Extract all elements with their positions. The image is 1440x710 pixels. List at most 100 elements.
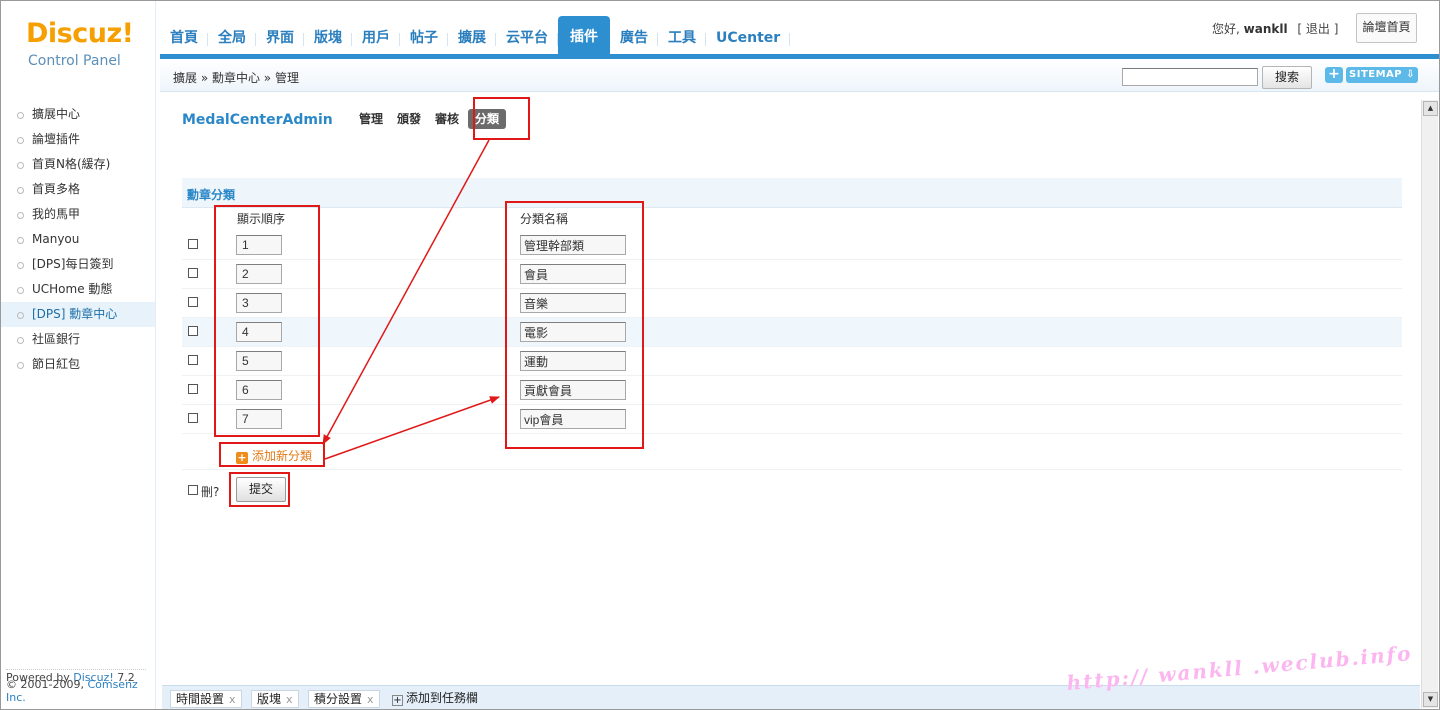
sidebar-item-community-bank[interactable]: 社區銀行 bbox=[0, 327, 155, 352]
add-row: + 添加新分類 bbox=[182, 441, 1402, 470]
search-input[interactable] bbox=[1122, 68, 1258, 86]
add-category-label: 添加新分類 bbox=[252, 449, 313, 463]
delete-checkbox[interactable] bbox=[188, 355, 198, 365]
logo[interactable]: Discuz! Control Panel bbox=[0, 0, 156, 92]
sidebar-menu: 擴展中心 論壇插件 首頁N格(緩存) 首頁多格 我的馬甲 Manyou [DPS… bbox=[0, 102, 155, 377]
close-icon[interactable]: x bbox=[286, 693, 293, 706]
logout-link[interactable]: [ 退出 ] bbox=[1297, 22, 1338, 36]
task-item[interactable]: 時間設置 x bbox=[170, 690, 242, 708]
delete-all-checkbox[interactable] bbox=[188, 485, 198, 495]
sidebar: 擴展中心 論壇插件 首頁N格(緩存) 首頁多格 我的馬甲 Manyou [DPS… bbox=[0, 92, 156, 710]
tab-category[interactable]: 分類 bbox=[468, 109, 507, 129]
add-shortcut-icon[interactable]: + bbox=[1325, 67, 1343, 83]
nav-posts[interactable]: 帖子 bbox=[400, 20, 448, 56]
header: Discuz! Control Panel 首頁 全局 界面 版塊 用戶 帖子 … bbox=[0, 0, 1440, 92]
table-row bbox=[182, 347, 1402, 376]
sidebar-item-uchome-feed[interactable]: UCHome 動態 bbox=[0, 277, 155, 302]
tab-manage[interactable]: 管理 bbox=[354, 109, 388, 129]
sidebar-item-my-vest[interactable]: 我的馬甲 bbox=[0, 202, 155, 227]
sidebar-item-daily-signin[interactable]: [DPS]每日簽到 bbox=[0, 252, 155, 277]
nav-global[interactable]: 全局 bbox=[208, 20, 256, 56]
close-icon[interactable]: x bbox=[367, 693, 374, 706]
plus-icon: + bbox=[392, 695, 403, 706]
category-name-input[interactable] bbox=[520, 380, 626, 400]
nav-users[interactable]: 用戶 bbox=[352, 20, 400, 56]
sitemap-button[interactable]: SITEMAP ⇩ bbox=[1346, 67, 1418, 83]
logo-text: Discuz! bbox=[26, 18, 134, 49]
nav-home[interactable]: 首頁 bbox=[160, 20, 208, 56]
task-label: 時間設置 bbox=[176, 692, 225, 706]
nav-ads[interactable]: 廣告 bbox=[610, 20, 658, 56]
task-label: 積分設置 bbox=[314, 692, 363, 706]
tab-award[interactable]: 頒發 bbox=[392, 109, 426, 129]
category-name-input[interactable] bbox=[520, 351, 626, 371]
category-name-input[interactable] bbox=[520, 235, 626, 255]
category-name-input[interactable] bbox=[520, 264, 626, 284]
greeting: 您好, bbox=[1212, 22, 1240, 36]
scroll-up-arrow-icon[interactable]: ▲ bbox=[1423, 101, 1438, 116]
task-bar: 時間設置 x 版塊 x 積分設置 x + 添加到任務欄 bbox=[162, 685, 1420, 710]
section-header: 勳章分類 bbox=[182, 178, 1402, 208]
main-nav: 首頁 全局 界面 版塊 用戶 帖子 擴展 云平台 插件 廣告 工具 UCente… bbox=[160, 16, 791, 56]
sidebar-item-medal-center[interactable]: [DPS] 勳章中心 bbox=[0, 302, 155, 327]
column-header-name: 分類名稱 bbox=[520, 212, 569, 226]
delete-checkbox[interactable] bbox=[188, 326, 198, 336]
delete-checkbox[interactable] bbox=[188, 413, 198, 423]
plus-square-icon: + bbox=[236, 451, 248, 464]
breadcrumb: 擴展 » 勳章中心 » 管理 bbox=[173, 71, 299, 85]
copyright: © 2001-2009, Comsenz Inc. bbox=[6, 678, 155, 704]
nav-tools[interactable]: 工具 bbox=[658, 20, 706, 56]
delete-label: 刪? bbox=[201, 485, 220, 499]
sidebar-item-extension-center[interactable]: 擴展中心 bbox=[0, 102, 155, 127]
order-input[interactable] bbox=[236, 235, 282, 255]
copyright-prefix: © 2001-2009, bbox=[6, 678, 88, 691]
sidebar-item-home-n-grid[interactable]: 首頁N格(緩存) bbox=[0, 152, 155, 177]
scroll-down-arrow-icon[interactable]: ▼ bbox=[1423, 692, 1438, 707]
add-to-taskbar[interactable]: + 添加到任務欄 bbox=[392, 690, 478, 706]
delete-checkbox[interactable] bbox=[188, 384, 198, 394]
order-input[interactable] bbox=[236, 380, 282, 400]
nav-cloud[interactable]: 云平台 bbox=[496, 20, 558, 56]
sub-nav: 管理 頒發 審核 分類 bbox=[354, 109, 507, 129]
nav-plugins[interactable]: 插件 bbox=[558, 16, 610, 56]
column-header-order: 顯示順序 bbox=[237, 212, 286, 226]
sidebar-item-manyou[interactable]: Manyou bbox=[0, 227, 155, 252]
order-input[interactable] bbox=[236, 409, 282, 429]
order-input[interactable] bbox=[236, 264, 282, 284]
table-row bbox=[182, 376, 1402, 405]
search-button[interactable]: 搜索 bbox=[1262, 66, 1312, 89]
delete-checkbox[interactable] bbox=[188, 239, 198, 249]
order-input[interactable] bbox=[236, 293, 282, 313]
add-category-link[interactable]: + 添加新分類 bbox=[236, 447, 312, 464]
main-content: MedalCenterAdmin 管理 頒發 審核 分類 勳章分類 顯示順序 分… bbox=[162, 100, 1420, 685]
nav-interface[interactable]: 界面 bbox=[256, 20, 304, 56]
forum-home-button[interactable]: 論壇首頁 bbox=[1356, 13, 1417, 43]
tab-review[interactable]: 審核 bbox=[430, 109, 464, 129]
nav-extensions[interactable]: 擴展 bbox=[448, 20, 496, 56]
sidebar-item-holiday-redpacket[interactable]: 節日紅包 bbox=[0, 352, 155, 377]
delete-checkbox[interactable] bbox=[188, 297, 198, 307]
category-name-input[interactable] bbox=[520, 293, 626, 313]
table-row bbox=[182, 289, 1402, 318]
vertical-scrollbar[interactable]: ▲ ▼ bbox=[1421, 100, 1438, 708]
table-row bbox=[182, 318, 1402, 347]
order-input[interactable] bbox=[236, 322, 282, 342]
nav-ucenter[interactable]: UCenter bbox=[706, 20, 791, 56]
task-item[interactable]: 版塊 x bbox=[251, 690, 299, 708]
table-row bbox=[182, 405, 1402, 434]
sidebar-item-forum-plugins[interactable]: 論壇插件 bbox=[0, 127, 155, 152]
nav-forums[interactable]: 版塊 bbox=[304, 20, 352, 56]
task-item[interactable]: 積分設置 x bbox=[308, 690, 380, 708]
sidebar-item-home-multi-grid[interactable]: 首頁多格 bbox=[0, 177, 155, 202]
section-title: 勳章分類 bbox=[187, 188, 236, 202]
order-input[interactable] bbox=[236, 351, 282, 371]
table-row bbox=[182, 231, 1402, 260]
add-to-taskbar-label: 添加到任務欄 bbox=[406, 691, 479, 705]
close-icon[interactable]: x bbox=[229, 693, 236, 706]
submit-button[interactable]: 提交 bbox=[236, 477, 286, 502]
task-label: 版塊 bbox=[257, 692, 282, 706]
category-name-input[interactable] bbox=[520, 409, 626, 429]
category-name-input[interactable] bbox=[520, 322, 626, 342]
delete-checkbox[interactable] bbox=[188, 268, 198, 278]
sidebar-divider bbox=[6, 669, 146, 670]
